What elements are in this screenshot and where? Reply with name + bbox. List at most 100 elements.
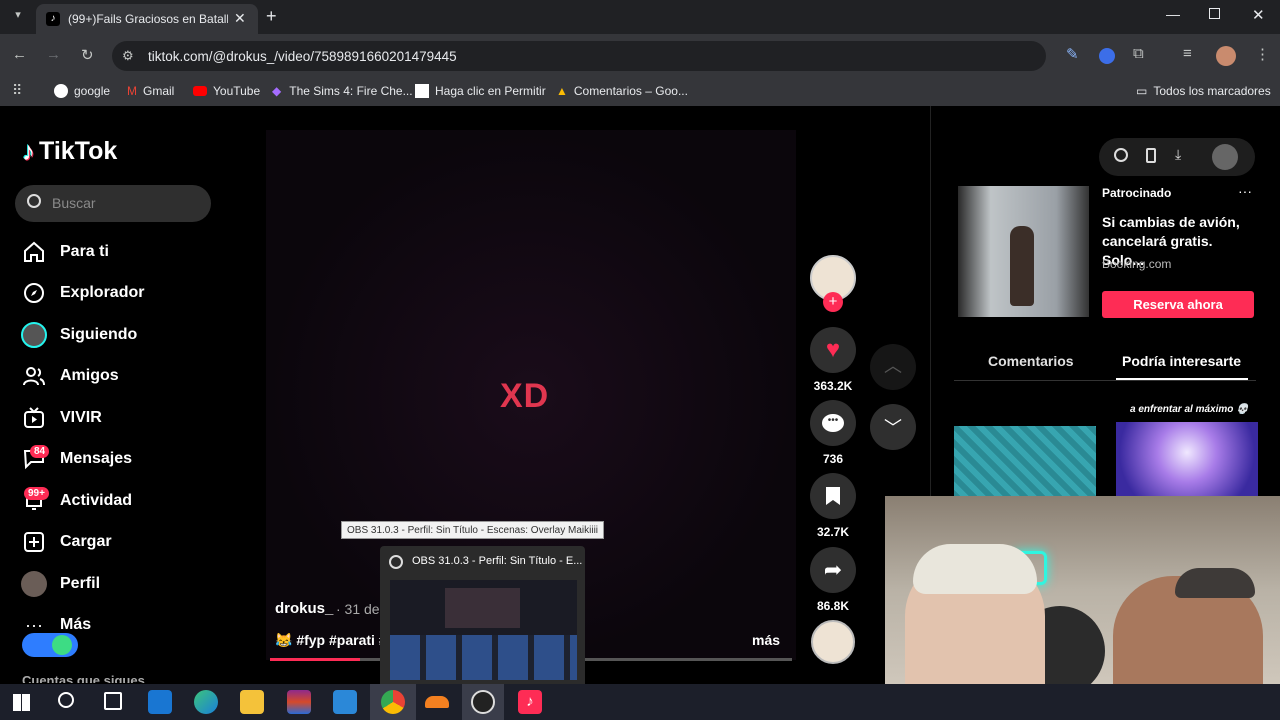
minimize-button[interactable]: —	[1166, 6, 1180, 22]
bookmark-youtube[interactable]: YouTube	[193, 84, 260, 98]
nav-label: Actividad	[60, 492, 133, 509]
site-info-icon[interactable]: ⚙	[122, 48, 134, 64]
reload-button[interactable]: ↻	[81, 46, 94, 64]
video-overlay-text: XD	[500, 377, 550, 415]
pen-extension-icon[interactable]: ✎	[1066, 45, 1079, 63]
messages-badge: 84	[30, 445, 50, 458]
bookmark-label: Gmail	[143, 84, 175, 98]
bookmark-gmail[interactable]: M Gmail	[127, 84, 174, 98]
url-text[interactable]: tiktok.com/@drokus_/video/75898916602014…	[148, 49, 457, 64]
all-bookmarks[interactable]: ▭ Todos los marcadores	[1136, 84, 1271, 98]
drive-icon: ▲	[556, 84, 568, 98]
ad-thumbnail[interactable]	[958, 186, 1089, 317]
tab-comentarios[interactable]: Comentarios	[988, 353, 1074, 369]
edge-icon[interactable]	[194, 690, 218, 714]
search-box[interactable]: Buscar	[15, 185, 211, 222]
menu-dots-icon[interactable]: ⋮	[1255, 45, 1270, 63]
extensions-puzzle-icon[interactable]: ⧉	[1133, 45, 1144, 62]
folder-icon: ▭	[1136, 84, 1148, 98]
media-control-icon[interactable]: ≡	[1183, 45, 1192, 62]
profile-avatar[interactable]	[1216, 46, 1236, 66]
bookmark-comentarios[interactable]: ▲ Comentarios – Goo...	[556, 84, 688, 98]
share-button[interactable]: ➦	[810, 547, 856, 593]
browser-tab[interactable]: ♪ (99+)Fails Graciosos en Batallas ✕	[36, 4, 258, 34]
extension-blue-icon[interactable]	[1099, 48, 1115, 64]
plumbob-icon: ◆	[272, 84, 282, 98]
obs-taskbar-icon[interactable]	[471, 690, 495, 714]
bookmark-label: The Sims 4: Fire Che...	[289, 84, 413, 98]
outlook-icon[interactable]	[148, 690, 172, 714]
ad-cta-button[interactable]: Reserva ahora	[1102, 291, 1254, 318]
obs-preview-thumbnail	[390, 580, 577, 680]
bookmarks-bar: ⠿ google M Gmail YouTube ◆ The Sims 4: Fir…	[0, 76, 1280, 106]
upload-icon	[20, 528, 48, 556]
tab-close-icon[interactable]: ✕	[234, 10, 246, 27]
winrar-icon[interactable]	[287, 690, 311, 714]
apps-icon[interactable]: ⠿	[12, 82, 22, 99]
all-bookmarks-label: Todos los marcadores	[1153, 84, 1271, 98]
start-windows-icon[interactable]	[13, 694, 30, 711]
close-window-button[interactable]: ✕	[1252, 6, 1265, 24]
next-video-button[interactable]: ﹀	[870, 404, 916, 450]
person-right-hair	[1175, 568, 1255, 598]
bookmark-google[interactable]: google	[54, 84, 110, 98]
nav-label: Siguiendo	[60, 326, 138, 343]
chrome-icon[interactable]	[381, 690, 405, 714]
compass-small-icon[interactable]	[1114, 148, 1128, 162]
nav-para-ti[interactable]: Para ti	[20, 237, 109, 267]
nav-amigos[interactable]: Amigos	[20, 361, 119, 391]
download-icon[interactable]: ⤓	[1175, 146, 1181, 163]
search-input[interactable]: Buscar	[52, 195, 96, 211]
bookmark-sims[interactable]: ◆ The Sims 4: Fire Che...	[272, 84, 413, 98]
nav-explorador[interactable]: Explorador	[20, 278, 144, 308]
youtube-icon	[193, 86, 207, 96]
like-button[interactable]: ♥	[810, 327, 856, 373]
forward-button[interactable]: →	[46, 46, 61, 63]
home-icon	[20, 238, 48, 266]
new-tab-button[interactable]: +	[266, 6, 277, 27]
obs-preview-canvas	[445, 588, 520, 628]
address-bar[interactable]: ⚙ tiktok.com/@drokus_/video/758989166020…	[112, 41, 1046, 71]
tiktok-logo[interactable]: ♪ TikTok	[22, 136, 117, 167]
nav-cargar[interactable]: Cargar	[20, 527, 112, 557]
back-button[interactable]: ←	[12, 46, 27, 63]
google-icon	[54, 84, 68, 98]
tiktok-note-icon: ♪	[22, 136, 35, 166]
file-explorer-icon[interactable]	[240, 690, 264, 714]
heart-icon: ♥	[825, 336, 841, 363]
restore-button[interactable]	[1209, 8, 1220, 19]
nav-label: Perfil	[60, 575, 101, 592]
caption-more-button[interactable]: más	[752, 632, 780, 648]
sponsored-label: Patrocinado	[1102, 186, 1172, 200]
save-button[interactable]	[810, 473, 856, 519]
ad-options-icon[interactable]: ···	[1238, 183, 1252, 199]
obs-taskbar-preview[interactable]: OBS 31.0.3 - Perfil: Sin Título - E...	[380, 546, 585, 684]
follow-plus-icon[interactable]: +	[823, 292, 843, 312]
suggested-video-thumb-1[interactable]	[954, 426, 1096, 498]
tab-podria-interesarte[interactable]: Podría interesarte	[1122, 353, 1241, 369]
comment-button[interactable]: •••	[810, 400, 856, 446]
cloud-app-icon[interactable]	[425, 696, 449, 708]
comment-count: 736	[822, 452, 844, 466]
search-taskbar-icon[interactable]	[58, 692, 74, 708]
tabs-divider	[954, 380, 1256, 381]
share-arrow-icon: ➦	[823, 557, 843, 582]
nav-label: Para ti	[60, 243, 109, 260]
task-view-icon[interactable]	[104, 692, 122, 710]
ad-source: Booking.com	[1102, 257, 1172, 271]
user-avatar[interactable]	[1212, 144, 1238, 170]
tab-search-button[interactable]: ▾	[8, 8, 28, 26]
nav-perfil[interactable]: Perfil	[20, 569, 100, 599]
suggested-video-thumb-2[interactable]	[1116, 422, 1258, 498]
sound-disc[interactable]	[811, 620, 855, 664]
tiktok-taskbar-icon[interactable]: ♪	[518, 690, 542, 714]
nav-siguiendo[interactable]: Siguiendo	[20, 320, 137, 350]
bookmark-permitir[interactable]: Haga clic en Permitir	[415, 84, 546, 98]
nav-vivir[interactable]: VIVIR	[20, 403, 102, 433]
phone-icon[interactable]	[1146, 148, 1156, 163]
floating-app-widget[interactable]	[22, 633, 78, 657]
previous-video-button[interactable]: ︿	[870, 344, 916, 390]
video-author[interactable]: drokus_	[275, 600, 333, 617]
compass-icon	[20, 279, 48, 307]
store-icon[interactable]	[333, 690, 357, 714]
